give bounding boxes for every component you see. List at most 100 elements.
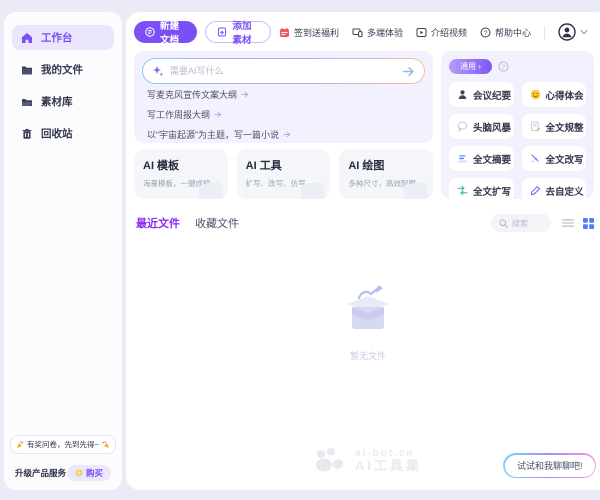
- add-material-label: 添加素材: [232, 18, 258, 46]
- tool-label: 全文扩写: [473, 184, 511, 198]
- checkin-rewards-label: 签到送福利: [294, 26, 339, 39]
- pen-icon: [530, 185, 541, 196]
- prompt-suggestion[interactable]: 写麦克风宣传文案大纲: [142, 84, 425, 104]
- tool-label: 全文改写: [546, 152, 584, 166]
- ai-prompt-card: 写麦克风宣传文案大纲 写工作周报大纲 以“宇宙起源”为主题，写一篇小说: [134, 51, 433, 143]
- sidebar-item-material-library[interactable]: 素材库: [12, 89, 114, 114]
- content-row: 写麦克风宣传文案大纲 写工作周报大纲 以“宇宙起源”为主题，写一篇小说: [126, 48, 600, 199]
- arrow-right-icon: [214, 111, 222, 118]
- empty-state: 暂无文件: [126, 284, 600, 362]
- ai-templates-card[interactable]: AI 模板 海量模板，一键成稿: [134, 149, 228, 199]
- party-popper-icon: [102, 441, 110, 449]
- paw-logo-icon: [314, 448, 348, 474]
- chevron-down-icon: [580, 29, 588, 35]
- intro-video-label: 介绍视频: [431, 26, 467, 39]
- clipboard-arrow-icon: [217, 27, 227, 37]
- card-decoration: [403, 181, 430, 199]
- tool-brainstorm[interactable]: 头脑风暴: [449, 114, 514, 139]
- file-search[interactable]: [491, 214, 551, 232]
- card-decoration: [197, 181, 224, 199]
- tab-recent-files[interactable]: 最近文件: [136, 215, 180, 231]
- tool-full-text-rewrite[interactable]: 全文改写: [522, 146, 587, 171]
- tab-favorite-files[interactable]: 收藏文件: [195, 215, 239, 231]
- quick-tools-panel: 通用 › ? 会议纪要 心得体会: [441, 51, 594, 199]
- send-icon[interactable]: [402, 66, 415, 77]
- buy-button[interactable]: 购买: [67, 465, 111, 481]
- tool-full-text-summary[interactable]: 全文摘要: [449, 146, 514, 171]
- svg-text:?: ?: [484, 29, 488, 36]
- tool-customize[interactable]: 去自定义: [522, 178, 587, 203]
- tool-label: 头脑风暴: [473, 120, 511, 134]
- help-icon[interactable]: ?: [498, 61, 509, 72]
- empty-state-text: 暂无文件: [350, 349, 386, 362]
- sidebar-item-label: 素材库: [41, 94, 73, 109]
- category-badge[interactable]: 通用 ›: [449, 59, 492, 74]
- card-title: AI 绘图: [348, 157, 424, 173]
- tool-label: 全文摘要: [473, 152, 511, 166]
- ai-input-border: [142, 58, 425, 84]
- party-popper-icon: [16, 441, 24, 449]
- ai-prompt-input[interactable]: [170, 66, 396, 76]
- list-view-icon[interactable]: [562, 218, 574, 228]
- tool-label: 去自定义: [546, 184, 584, 198]
- tools-grid: 会议纪要 心得体会 头脑风暴: [449, 82, 586, 203]
- grid-view-icon[interactable]: [583, 218, 594, 229]
- summary-bars-icon: [457, 153, 468, 164]
- avatar: [558, 23, 576, 41]
- card-decoration: [300, 181, 327, 199]
- prompt-suggestion[interactable]: 以“宇宙起源”为主题，写一篇小说: [142, 124, 425, 144]
- survey-banner[interactable]: 有奖问卷，先到先得~: [10, 435, 116, 454]
- tool-reflections[interactable]: 心得体会: [522, 82, 587, 107]
- buy-button-label: 购买: [86, 467, 103, 479]
- main-panel: 新建文档 添加素材 签到送福利 多端体验: [126, 12, 600, 490]
- tool-label: 心得体会: [546, 88, 584, 102]
- suggestion-text: 写麦克风宣传文案大纲: [147, 88, 237, 101]
- tools-header: 通用 › ?: [449, 59, 586, 74]
- intro-video-link[interactable]: 介绍视频: [416, 26, 467, 39]
- sidebar-item-my-files[interactable]: 我的文件: [12, 57, 114, 82]
- calendar-gift-icon: [279, 27, 290, 38]
- add-material-button[interactable]: 添加素材: [205, 21, 270, 43]
- feature-cards: AI 模板 海量模板，一键成稿 AI 工具 扩写、改写、仿写 AI 绘图 多种尺…: [134, 149, 433, 199]
- tool-label: 会议纪要: [473, 88, 511, 102]
- home-icon: [21, 32, 33, 44]
- help-center-link[interactable]: ? 帮助中心: [480, 26, 531, 39]
- watermark-text: ai-bot.cn AI工具集: [355, 448, 422, 474]
- checkin-rewards-link[interactable]: 签到送福利: [279, 26, 339, 39]
- sidebar-item-workspace[interactable]: 工作台: [12, 25, 114, 50]
- multi-device-link[interactable]: 多端体验: [352, 26, 403, 39]
- sparkle-icon: [152, 65, 164, 77]
- multi-device-label: 多端体验: [367, 26, 403, 39]
- document-plus-icon: [145, 27, 155, 37]
- sidebar-item-label: 我的文件: [41, 62, 83, 77]
- video-play-icon: [416, 27, 427, 38]
- topbar-divider: [544, 26, 545, 39]
- new-document-button[interactable]: 新建文档: [134, 21, 197, 43]
- empty-box-illustration: [337, 284, 399, 334]
- ai-tools-card[interactable]: AI 工具 扩写、改写、仿写: [237, 149, 331, 199]
- file-search-input[interactable]: [512, 219, 543, 228]
- tool-full-text-tidy[interactable]: 全文规整: [522, 114, 587, 139]
- site-watermark: ai-bot.cn AI工具集: [314, 448, 422, 474]
- folder-open-icon: [21, 96, 33, 108]
- sidebar-item-recycle-bin[interactable]: 回收站: [12, 121, 114, 146]
- sidebar-bottom: 有奖问卷，先到先得~ 升级产品服务 购买: [10, 435, 116, 481]
- question-circle-icon: ?: [480, 27, 491, 38]
- topbar: 新建文档 添加素材 签到送福利 多端体验: [126, 12, 600, 48]
- devices-icon: [352, 27, 363, 38]
- expand-arrows-icon: [457, 185, 468, 196]
- chat-assistant-button[interactable]: 试试和我聊聊吧!: [503, 453, 596, 478]
- user-menu[interactable]: [558, 23, 588, 41]
- tool-meeting-minutes[interactable]: 会议纪要: [449, 82, 514, 107]
- upgrade-row: 升级产品服务 购买: [10, 465, 116, 481]
- topbar-links: 签到送福利 多端体验 介绍视频 ? 帮助中心: [279, 23, 588, 41]
- help-center-label: 帮助中心: [495, 26, 531, 39]
- sidebar-item-label: 工作台: [41, 30, 73, 45]
- prompt-suggestion[interactable]: 写工作周报大纲: [142, 104, 425, 124]
- ai-drawing-card[interactable]: AI 绘图 多种尺寸，高效配图: [339, 149, 433, 199]
- watermark-line2: AI工具集: [355, 459, 422, 474]
- card-title: AI 模板: [143, 157, 219, 173]
- tool-full-text-expand[interactable]: 全文扩写: [449, 178, 514, 203]
- sidebar-item-label: 回收站: [41, 126, 73, 141]
- arrow-right-icon: [283, 131, 291, 138]
